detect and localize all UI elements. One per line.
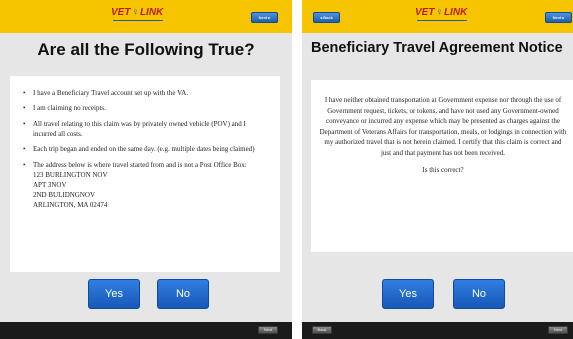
footer-bar: Back Next <box>302 322 573 339</box>
vetlink-logo-icon: ♀ <box>131 7 139 18</box>
agreement-card: I have neither obtained transportation a… <box>311 80 573 252</box>
vetlink-logo: VET♀LINK <box>415 7 468 21</box>
header-back-button[interactable]: ◂ Back <box>313 12 340 23</box>
address-line-1: 123 BURLINGTON NOV <box>33 170 108 179</box>
agreement-notice-text: I have neither obtained transportation a… <box>319 96 567 157</box>
criteria-item-same-day: Each trip began and ended on the same da… <box>23 144 270 154</box>
address-statement: The address below is where travel starte… <box>33 160 247 169</box>
criteria-card: I have a Beneficiary Travel account set … <box>10 76 280 272</box>
address-line-4: ARLINGTON, MA 02474 <box>33 200 108 209</box>
address-line-2: APT 3NOV <box>33 180 67 189</box>
footer-next-button[interactable]: Next <box>548 326 568 334</box>
footer-back-button[interactable]: Back <box>312 326 332 334</box>
page-title: Beneficiary Travel Agreement Notice <box>311 40 563 56</box>
vetlink-logo: VET♀LINK <box>111 7 164 21</box>
address-line-3: 2ND BULIDNGNOV <box>33 190 96 199</box>
yes-button[interactable]: Yes <box>88 279 140 309</box>
criteria-list: I have a Beneficiary Travel account set … <box>23 88 270 210</box>
header-next-button[interactable]: Next ▸ <box>251 12 278 23</box>
page-title: Are all the Following True? <box>37 40 255 59</box>
criteria-item-address: The address below is where travel starte… <box>23 160 270 210</box>
no-button[interactable]: No <box>157 279 209 309</box>
right-kiosk-screen: ◂ Back VET♀LINK Next ▸ Beneficiary Trave… <box>302 0 573 339</box>
logo-underline <box>113 20 164 21</box>
header-next-button[interactable]: Next ▸ <box>545 12 572 23</box>
criteria-item-pov: All travel relating to this claim was by… <box>23 119 270 139</box>
footer-bar: Next <box>0 322 292 339</box>
header-bar: ◂ Back VET♀LINK Next ▸ <box>302 0 573 33</box>
yes-button[interactable]: Yes <box>382 279 434 309</box>
left-kiosk-screen: VET♀LINK Next ▸ Are all the Following Tr… <box>0 0 292 339</box>
logo-underline <box>417 20 468 21</box>
criteria-item-no-receipts: I am claiming no receipts. <box>23 103 270 113</box>
criteria-item-va-account: I have a Beneficiary Travel account set … <box>23 88 270 98</box>
confirm-question: Is this correct? <box>422 166 464 174</box>
vetlink-logo-icon: ♀ <box>435 7 443 18</box>
footer-next-button[interactable]: Next <box>258 326 278 334</box>
header-bar: VET♀LINK Next ▸ <box>0 0 292 33</box>
no-button[interactable]: No <box>453 279 505 309</box>
